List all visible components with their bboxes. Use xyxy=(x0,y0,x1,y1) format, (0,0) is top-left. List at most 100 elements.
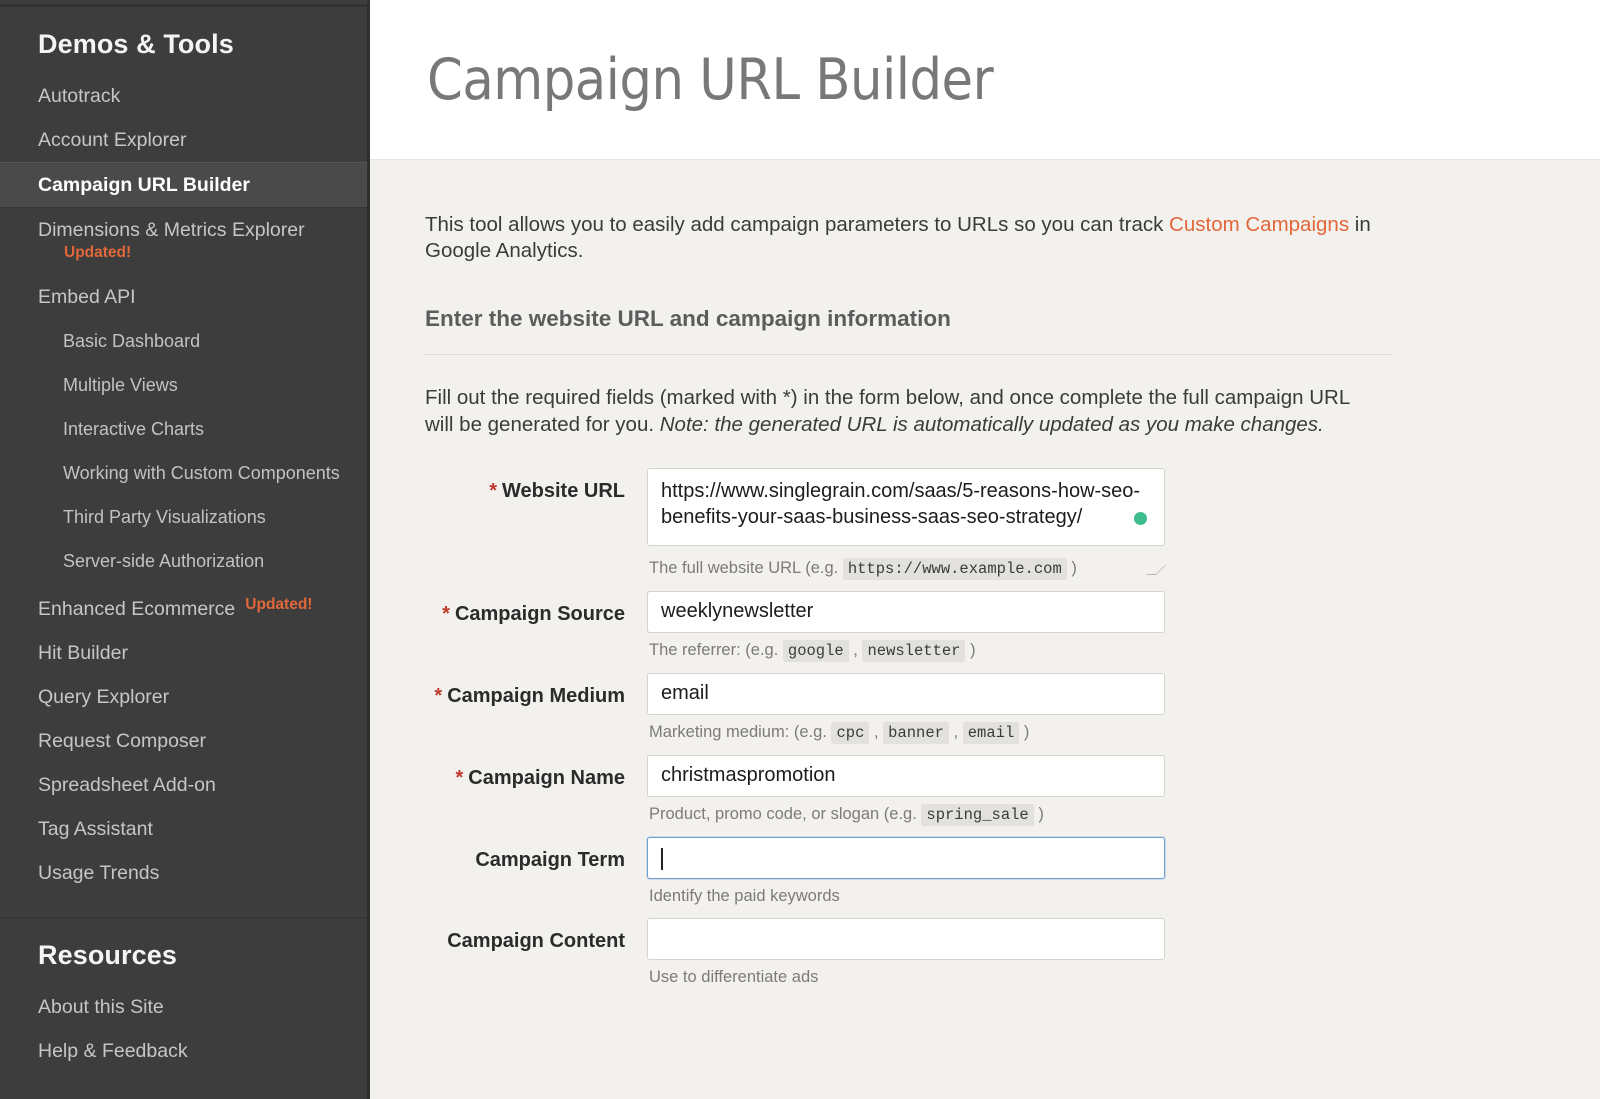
label-text: Campaign Content xyxy=(447,929,625,952)
sidebar-item-label: Embed API xyxy=(38,286,136,308)
campaign-url-form: *Website URLThe full website URL (e.g. h… xyxy=(425,467,1600,987)
sidebar-item-label: Usage Trends xyxy=(38,862,160,884)
sidebar-item-label: Tag Assistant xyxy=(38,818,153,840)
campaign-medium-input[interactable] xyxy=(647,672,1165,715)
sidebar-item-server-side-authorization[interactable]: Server-side Authorization xyxy=(0,539,367,583)
help-code-example: newsletter xyxy=(862,639,966,662)
page-header: Campaign URL Builder xyxy=(370,0,1600,160)
instructions-paragraph: Fill out the required fields (marked wit… xyxy=(425,385,1375,437)
website-url-input[interactable] xyxy=(647,467,1165,546)
sidebar-item-multiple-views[interactable]: Multiple Views xyxy=(0,363,367,407)
label-campaign-term: Campaign Term xyxy=(425,837,647,906)
sidebar: Demos & Tools Autotrack Account Explorer C… xyxy=(0,0,370,1099)
sidebar-resource-about-this-site[interactable]: About this Site xyxy=(0,985,367,1029)
help-campaign-name: Product, promo code, or slogan (e.g. spr… xyxy=(647,797,1165,826)
help-prefix: Identify the paid keywords xyxy=(649,886,840,905)
section-heading: Enter the website URL and campaign infor… xyxy=(425,306,951,332)
label-text: Campaign Medium xyxy=(447,684,625,707)
app-root: Demos & Tools Autotrack Account Explorer C… xyxy=(0,0,1600,1099)
label-text: Campaign Source xyxy=(454,602,625,625)
campaign-source-input[interactable] xyxy=(647,590,1165,633)
form-row-website-url: *Website URL The full website URL (e.g. h… xyxy=(425,467,1600,580)
sidebar-item-basic-dashboard[interactable]: Basic Dashboard xyxy=(0,319,367,363)
campaign-content-input[interactable] xyxy=(647,917,1165,960)
label-campaign-medium: * Campaign Medium xyxy=(425,673,647,743)
custom-campaigns-link[interactable]: Custom Campaigns xyxy=(1169,213,1349,236)
required-marker: * xyxy=(489,479,498,502)
sidebar-item-label: Working with Custom Components xyxy=(63,463,340,483)
required-marker: * xyxy=(434,684,443,707)
sidebar-item-query-explorer[interactable]: Query Explorer xyxy=(0,675,367,719)
label-campaign-content: Campaign Content xyxy=(425,918,647,987)
help-code-example: google xyxy=(782,639,849,662)
text-caret xyxy=(661,847,663,870)
sidebar-item-label: Basic Dashboard xyxy=(63,331,201,351)
sidebar-item-embed-api[interactable]: Embed API xyxy=(0,275,367,319)
sidebar-item-label: Request Composer xyxy=(38,730,206,752)
sidebar-item-third-party-visualizations[interactable]: Third Party Visualizations xyxy=(0,495,367,539)
sidebar-item-working-with-custom-components[interactable]: Working with Custom Components xyxy=(0,451,367,495)
sidebar-resources-list: About this Site Help & Feedback xyxy=(0,985,367,1073)
sidebar-item-hit-builder[interactable]: Hit Builder xyxy=(0,631,367,675)
intro-text-before: This tool allows you to easily add campa… xyxy=(425,213,1170,236)
sidebar-resource-label: About this Site xyxy=(38,996,164,1018)
sidebar-item-spreadsheet-add-on[interactable]: Spreadsheet Add-on xyxy=(0,763,367,807)
sidebar-item-label: Dimensions & Metrics Explorer xyxy=(38,219,305,241)
sidebar-item-campaign-url-builder[interactable]: Campaign URL Builder xyxy=(0,162,367,208)
sidebar-item-label: Account Explorer xyxy=(38,129,187,151)
sidebar-resource-label: Help & Feedback xyxy=(38,1040,188,1062)
control-campaign-source: The referrer: (e.g. google , newsletter … xyxy=(647,590,1165,662)
control-campaign-medium: Marketing medium: (e.g. cpc , banner , e… xyxy=(647,672,1165,744)
required-marker: * xyxy=(455,766,464,789)
instructions-note: Note: the generated URL is automatically… xyxy=(659,412,1324,436)
sidebar-item-enhanced-ecommerce[interactable]: Enhanced Ecommerce Updated! xyxy=(0,583,367,631)
sidebar-item-label: Campaign URL Builder xyxy=(38,174,250,196)
label-campaign-source: * Campaign Source xyxy=(425,591,647,661)
form-row-campaign-name: *Campaign NameProduct, promo code, or sl… xyxy=(425,754,1600,826)
sidebar-item-autotrack[interactable]: Autotrack xyxy=(0,74,367,118)
sidebar-item-dimensions-metrics-explorer[interactable]: Dimensions & Metrics Explorer Updated! xyxy=(0,208,367,275)
help-campaign-content: Use to differentiate ads xyxy=(647,960,1165,987)
sidebar-item-tag-assistant[interactable]: Tag Assistant xyxy=(0,807,367,851)
updated-badge: Updated! xyxy=(245,596,313,613)
control-campaign-term: Identify the paid keywords xyxy=(647,836,1165,906)
main-content: Campaign URL Builder This tool allows yo… xyxy=(370,0,1600,1099)
sidebar-heading-demos: Demos & Tools xyxy=(38,29,234,59)
sidebar-resource-help-feedback[interactable]: Help & Feedback xyxy=(0,1029,367,1073)
campaign-term-input[interactable] xyxy=(647,836,1165,879)
label-text: Campaign Term xyxy=(475,848,625,871)
control-campaign-name: Product, promo code, or slogan (e.g. spr… xyxy=(647,754,1165,826)
sidebar-item-label: Multiple Views xyxy=(63,375,178,395)
sidebar-item-label: Hit Builder xyxy=(38,642,128,664)
section-divider xyxy=(425,354,1391,356)
campaign-name-input[interactable] xyxy=(647,754,1165,797)
sidebar-item-label: Interactive Charts xyxy=(63,419,205,439)
sidebar-item-usage-trends[interactable]: Usage Trends xyxy=(0,851,367,895)
help-prefix: The full website URL (e.g. xyxy=(649,558,843,577)
form-row-campaign-medium: *Campaign MediumMarketing medium: (e.g. … xyxy=(425,672,1600,744)
form-row-campaign-term: Campaign Term Identify the paid keywords xyxy=(425,836,1600,906)
valid-status-dot xyxy=(1134,511,1147,525)
help-prefix: Marketing medium: (e.g. xyxy=(649,722,832,741)
help-suffix: ) xyxy=(1071,558,1077,577)
help-suffix: ) xyxy=(1038,804,1044,823)
sidebar-item-interactive-charts[interactable]: Interactive Charts xyxy=(0,407,367,451)
help-code-example: email xyxy=(962,721,1020,744)
help-campaign-medium: Marketing medium: (e.g. cpc , banner , e… xyxy=(649,721,1030,744)
label-campaign-name: * Campaign Name xyxy=(425,755,647,825)
help-website-url: The full website URL (e.g. https://www.e… xyxy=(647,551,1165,580)
required-marker: * xyxy=(442,602,450,625)
sidebar-item-label: Query Explorer xyxy=(38,686,170,708)
control-campaign-content: Use to differentiate ads xyxy=(647,917,1165,987)
sidebar-item-label: Server-side Authorization xyxy=(63,551,265,571)
sidebar-item-account-explorer[interactable]: Account Explorer xyxy=(0,118,367,162)
sidebar-item-request-composer[interactable]: Request Composer xyxy=(0,719,367,763)
page-title: Campaign URL Builder xyxy=(427,46,994,113)
help-campaign-source: The referrer: (e.g. google , newsletter … xyxy=(649,639,976,662)
updated-badge: Updated! xyxy=(64,244,132,261)
help-code-example: banner xyxy=(883,721,949,744)
label-text: Website URL xyxy=(502,479,625,502)
help-suffix: ) xyxy=(1023,722,1030,741)
sidebar-item-label: Enhanced Ecommerce xyxy=(38,598,236,620)
control-website-url: The full website URL (e.g. https://www.e… xyxy=(647,467,1165,580)
